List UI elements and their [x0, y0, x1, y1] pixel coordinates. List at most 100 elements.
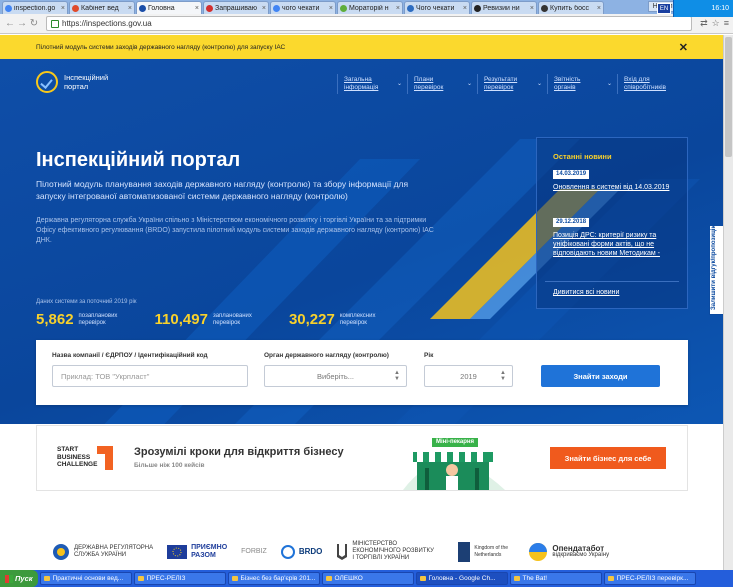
- tab-label: чого чекати: [282, 4, 320, 12]
- taskbar-item[interactable]: ОЛЕШКО: [321, 572, 414, 585]
- hero-description: Державна регуляторна служба України спіл…: [36, 217, 434, 244]
- hero-subtitle: Пілотний модуль планування заходів держа…: [36, 179, 409, 201]
- tab-label: Чого чекати: [416, 4, 455, 12]
- star-icon[interactable]: ☆: [712, 18, 720, 29]
- tab-close-icon[interactable]: ×: [396, 5, 400, 12]
- stat-item: 5,862 позапланових перевірок: [36, 311, 135, 328]
- language-indicator[interactable]: EN: [657, 3, 671, 14]
- tab-label: Ревизии ни: [483, 4, 520, 12]
- stat-item: 110,497 запланованих перевірок: [155, 311, 269, 328]
- tab-close-icon[interactable]: ×: [61, 5, 65, 12]
- browser-tab-bar: inspection.go × Кабінет вед × Головна × Запраш…: [0, 0, 733, 14]
- authority-selected-value: Виберіть...: [316, 371, 354, 381]
- nav-item[interactable]: Результати перевірок ⌄: [477, 74, 554, 94]
- chevron-down-icon: ⌄: [466, 81, 472, 87]
- nav-item[interactable]: Звітність органів ⌄: [547, 74, 624, 94]
- news-divider: [545, 281, 679, 282]
- partner-drs[interactable]: ДЕРЖАВНА РЕГУЛЯТОРНА СЛУЖБА УКРАЇНИ: [52, 541, 153, 563]
- taskbar-item[interactable]: Практичні основи вед...: [39, 572, 132, 585]
- taskbar-item[interactable]: Бізнес без бар'єрів 201...: [227, 572, 320, 585]
- partner-ministry[interactable]: МІНІСТЕРСТВО ЕКОНОМІЧНОГО РОЗВИТКУ І ТОРГ…: [336, 541, 444, 562]
- translate-icon[interactable]: ⇄: [700, 18, 708, 29]
- back-icon[interactable]: ←: [4, 18, 16, 29]
- browser-tab[interactable]: чого чекати ×: [270, 1, 336, 14]
- portal-logo[interactable]: Інспекційний портал: [36, 71, 108, 93]
- news-panel: Останні новини 14.03.2019 Оновлення в си…: [536, 137, 688, 309]
- brdo-icon: [280, 544, 295, 559]
- menu-icon[interactable]: ≡: [724, 18, 729, 29]
- find-inspections-button[interactable]: Знайти заходи: [541, 365, 660, 387]
- taskbar-item[interactable]: Головна - Google Ch...: [415, 572, 508, 585]
- reload-icon[interactable]: ↻: [28, 18, 40, 29]
- nav-divider: [547, 74, 548, 94]
- browser-tab[interactable]: inspection.go ×: [2, 1, 68, 14]
- all-news-link[interactable]: Дивитися всі новини: [553, 289, 619, 296]
- browser-tab[interactable]: Головна ×: [136, 1, 202, 14]
- tab-close-icon[interactable]: ×: [262, 5, 266, 12]
- tab-close-icon[interactable]: ×: [463, 5, 467, 12]
- forward-icon[interactable]: →: [16, 18, 28, 29]
- tab-favicon-icon: [5, 4, 12, 12]
- sbc-logo: START BUSINESS CHALLENGE: [57, 446, 113, 470]
- tab-label: Запрашиваю: [215, 4, 258, 12]
- taskbar-item[interactable]: The Bat!: [509, 572, 602, 585]
- partners-strip: ДЕРЖАВНА РЕГУЛЯТОРНА СЛУЖБА УКРАЇНИ ПРИЄМ…: [0, 533, 723, 570]
- partner-brdo[interactable]: BRDO: [280, 544, 322, 559]
- taskbar-item[interactable]: ПРЕС-РЕЛІЗ перевірк...: [603, 572, 696, 585]
- coat-of-arms-icon: [53, 543, 69, 560]
- stat-value: 5,862: [36, 311, 74, 328]
- banner-close-icon[interactable]: ✕: [679, 41, 688, 54]
- find-business-button[interactable]: Знайти бізнес для себе: [550, 447, 666, 469]
- news-link[interactable]: Позиція ДРС: критерії ризику та уніфіков…: [553, 231, 679, 258]
- chevron-down-icon: ⌄: [396, 81, 402, 87]
- partner-netherlands[interactable]: Kingdom of the Netherlands: [458, 541, 514, 562]
- tab-label: Головна: [148, 4, 175, 12]
- tab-favicon-icon: [474, 4, 481, 12]
- tab-close-icon[interactable]: ×: [195, 5, 199, 12]
- trident-icon: [337, 543, 348, 560]
- tab-close-icon[interactable]: ×: [530, 5, 534, 12]
- tab-favicon-icon: [206, 4, 213, 12]
- stat-item: 30,227 комплексних перевірок: [289, 311, 396, 328]
- partner-eu4business[interactable]: ПРИЄМНО РАЗОМ: [167, 544, 227, 560]
- page-scrollbar-thumb[interactable]: [725, 37, 732, 157]
- news-date: 14.03.2019: [553, 170, 590, 179]
- start-button[interactable]: Пуск: [0, 570, 38, 587]
- browser-tab[interactable]: Запрашиваю ×: [203, 1, 269, 14]
- browser-tab[interactable]: Ревизии ни ×: [471, 1, 537, 14]
- system-tray: 16:10: [673, 0, 733, 17]
- tab-favicon-icon: [541, 4, 548, 12]
- news-title: Останні новини: [553, 152, 612, 161]
- tab-close-icon[interactable]: ×: [329, 5, 333, 12]
- nav-item[interactable]: Плани перевірок ⌄: [407, 74, 484, 94]
- nav-item[interactable]: Загальна інформація ⌄: [337, 74, 414, 94]
- authority-select[interactable]: Виберіть... ▲ ▼: [264, 365, 407, 387]
- news-date: 29.12.2018: [553, 218, 590, 227]
- browser-tab[interactable]: Кабінет вед ×: [69, 1, 135, 14]
- partner-opendatabot[interactable]: Опендатабот відкриваємо Україну: [528, 542, 609, 562]
- tab-close-icon[interactable]: ×: [128, 5, 132, 12]
- feedback-side-tab[interactable]: Залишити відгук/пропозицію: [709, 223, 723, 315]
- chevron-down-icon: ⌄: [606, 81, 612, 87]
- news-link[interactable]: Оновлення в системі від 14.03.2019: [553, 183, 679, 192]
- lock-icon: [51, 19, 59, 28]
- nav-divider: [477, 74, 478, 94]
- stat-label: позапланових перевірок: [78, 312, 118, 326]
- nav-item[interactable]: Вхід для співробітників: [617, 74, 694, 94]
- tab-label: Кабінет вед: [81, 4, 119, 12]
- browser-tab[interactable]: Мораторій н ×: [337, 1, 403, 14]
- sbc-title: Зрозумілі кроки для відкриття бізнесу: [134, 446, 344, 458]
- year-select[interactable]: 2019 ▲ ▼: [424, 365, 513, 387]
- url-input[interactable]: https://inspections.gov.ua: [46, 16, 693, 31]
- company-search-input[interactable]: Приклад: ТОВ "Укрпласт": [52, 365, 248, 387]
- address-bar-icons: ⇄ ☆ ≡: [696, 18, 729, 29]
- partner-forbiz[interactable]: FORBIZ: [241, 548, 267, 555]
- browser-tab[interactable]: Купить босс ×: [538, 1, 604, 14]
- company-label: Назва компанії / ЄДРПОУ / Ідентифікаційн…: [52, 352, 208, 359]
- tab-close-icon[interactable]: ×: [597, 5, 601, 12]
- browser-tab[interactable]: Чого чекати ×: [404, 1, 470, 14]
- sbc-logo-mark-icon: [97, 446, 113, 470]
- taskbar-item[interactable]: ПРЕС-РЕЛІЗ: [133, 572, 226, 585]
- page-scrollbar[interactable]: [723, 35, 733, 570]
- bakery-label: Міні-пекарня: [432, 438, 479, 447]
